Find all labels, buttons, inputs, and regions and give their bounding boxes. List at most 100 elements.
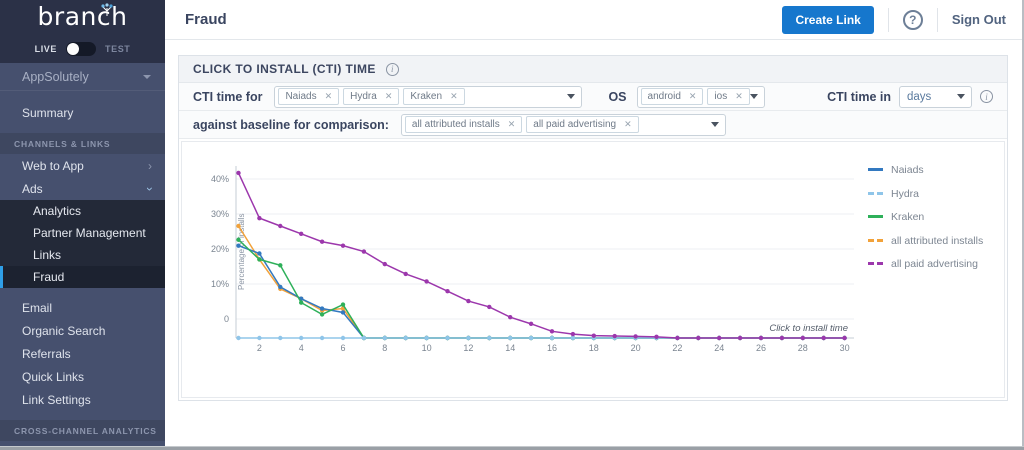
sidebar-item-link-settings[interactable]: Link Settings (0, 388, 165, 411)
svg-text:14: 14 (505, 343, 515, 353)
sidebar-item-label: Referrals (22, 347, 71, 361)
remove-tag-icon[interactable]: ✕ (735, 91, 743, 102)
logo-band: branch LIVE TEST (0, 0, 165, 63)
legend-item-hydra[interactable]: Hydra (868, 188, 1006, 201)
help-icon[interactable]: ? (903, 10, 923, 30)
filter-row-primary: CTI time for Naiads✕Hydra✕Kraken✕ OS and… (179, 83, 1007, 111)
sidebar-item-fraud[interactable]: Fraud (0, 266, 165, 288)
filter-tag-android[interactable]: android ✕ (641, 88, 704, 105)
sidebar-item-label: Analytics (33, 204, 81, 218)
filter-tag-naiads[interactable]: Naiads ✕ (278, 88, 339, 105)
legend-item-all-attributed-installs[interactable]: all attributed installs (868, 235, 1006, 248)
svg-text:22: 22 (672, 343, 682, 353)
cti-time-in-select[interactable]: days (899, 86, 972, 108)
cti-chart: 010%20%30%40%24681012141618202224262830P… (181, 141, 1005, 398)
svg-text:12: 12 (463, 343, 473, 353)
sidebar-item-partner-management[interactable]: Partner Management (0, 222, 165, 244)
dropdown-caret-icon (567, 94, 575, 99)
cti-time-for-select[interactable]: Naiads ✕ Hydra ✕ Kraken ✕ (274, 86, 582, 108)
os-tags: android✕ios✕ (641, 88, 750, 105)
svg-text:24: 24 (714, 343, 724, 353)
tag-label: Hydra (350, 91, 377, 102)
baseline-tags: all attributed installs✕all paid adverti… (405, 116, 639, 133)
info-icon[interactable]: i (980, 90, 993, 103)
tag-label: all paid advertising (533, 119, 616, 130)
remove-tag-icon[interactable]: ✕ (450, 91, 458, 102)
sign-out-button[interactable]: Sign Out (952, 12, 1010, 27)
sidebar-item-analytics[interactable]: Analytics (0, 200, 165, 222)
remove-tag-icon[interactable]: ✕ (624, 119, 632, 130)
sidebar-item-label: Partner Management (33, 226, 146, 240)
svg-text:8: 8 (382, 343, 387, 353)
live-test-toggle[interactable] (66, 42, 96, 56)
create-link-button[interactable]: Create Link (782, 6, 873, 34)
legend-label: all paid advertising (891, 258, 986, 271)
sidebar-item-label: Web to App (22, 159, 84, 173)
environment-toggle-row: LIVE TEST (0, 42, 165, 56)
legend-label: Naiads (891, 164, 986, 177)
legend-swatch-icon (868, 262, 883, 271)
legend-swatch-icon (868, 168, 883, 177)
remove-tag-icon[interactable]: ✕ (689, 91, 697, 102)
svg-text:26: 26 (756, 343, 766, 353)
sidebar-item-web-to-app[interactable]: Web to App › (0, 154, 165, 177)
sidebar-item-referrals[interactable]: Referrals (0, 342, 165, 365)
filter-row-baseline: against baseline for comparison: all att… (179, 111, 1007, 139)
svg-text:0: 0 (224, 314, 229, 324)
legend-item-all-paid-advertising[interactable]: all paid advertising (868, 258, 1006, 271)
live-label: LIVE (35, 44, 57, 54)
sidebar-item-label: Email (22, 301, 52, 315)
remove-tag-icon[interactable]: ✕ (385, 91, 393, 102)
cti-time-for-label: CTI time for (193, 90, 262, 104)
remove-tag-icon[interactable]: ✕ (508, 119, 516, 130)
chart-legend: Naiads Hydra Kraken all attributed installs… (868, 164, 1006, 282)
sidebar-item-email[interactable]: Email (0, 296, 165, 319)
filter-tag-hydra[interactable]: Hydra ✕ (343, 88, 399, 105)
page-title: Fraud (185, 11, 227, 28)
legend-swatch-icon (868, 239, 883, 248)
sidebar-item-links[interactable]: Links (0, 244, 165, 266)
tag-label: all attributed installs (412, 119, 500, 130)
svg-text:16: 16 (547, 343, 557, 353)
divider (888, 8, 889, 32)
app-window: branch LIVE TEST AppSolutely SummaryCHAN… (0, 0, 1024, 450)
svg-text:10: 10 (422, 343, 432, 353)
dropdown-caret-icon (711, 122, 719, 127)
cti-time-in-label: CTI time in (827, 90, 891, 104)
chevron-right-icon: › (148, 160, 152, 172)
svg-text:40%: 40% (211, 174, 229, 184)
toggle-knob (67, 43, 79, 55)
dropdown-caret-icon (957, 94, 965, 99)
tag-label: android (648, 91, 681, 102)
remove-tag-icon[interactable]: ✕ (325, 91, 333, 102)
sidebar-item-ads[interactable]: Ads› (0, 177, 165, 200)
os-select[interactable]: android✕ios✕ (637, 86, 765, 108)
svg-text:30%: 30% (211, 209, 229, 219)
tag-label: Kraken (410, 91, 442, 102)
legend-label: Kraken (891, 211, 986, 224)
legend-swatch-icon (868, 192, 883, 201)
sidebar-item-organic-search[interactable]: Organic Search (0, 319, 165, 342)
svg-text:18: 18 (589, 343, 599, 353)
filter-tag-all-attributed-installs[interactable]: all attributed installs ✕ (405, 116, 522, 133)
sidebar-item-summary[interactable]: Summary (0, 101, 165, 124)
filter-tag-all-paid-advertising[interactable]: all paid advertising ✕ (526, 116, 638, 133)
sidebar-nav: SummaryCHANNELS & LINKSWeb to App›Ads›An… (0, 91, 165, 450)
legend-item-kraken[interactable]: Kraken (868, 211, 1006, 224)
baseline-select[interactable]: all attributed installs✕all paid adverti… (401, 114, 726, 136)
svg-text:20%: 20% (211, 244, 229, 254)
legend-item-naiads[interactable]: Naiads (868, 164, 1006, 177)
chevron-down-icon: › (144, 187, 156, 191)
main-content: CLICK TO INSTALL (CTI) TIME i CTI time f… (165, 40, 1024, 450)
filter-tag-ios[interactable]: ios✕ (707, 88, 749, 105)
filter-tag-kraken[interactable]: Kraken ✕ (403, 88, 464, 105)
panel-title: CLICK TO INSTALL (CTI) TIME (193, 62, 376, 76)
tag-label: Naiads (285, 91, 316, 102)
sidebar-submenu: Analytics Partner Management LinksFraud (0, 200, 165, 288)
org-name: AppSolutely (22, 70, 89, 84)
topbar-actions: Create Link ? Sign Out (782, 6, 1010, 34)
sidebar-item-quick-links[interactable]: Quick Links (0, 365, 165, 388)
info-icon[interactable]: i (386, 63, 399, 76)
org-selector[interactable]: AppSolutely (0, 63, 165, 91)
sidebar-item-label: Link Settings (22, 393, 91, 407)
